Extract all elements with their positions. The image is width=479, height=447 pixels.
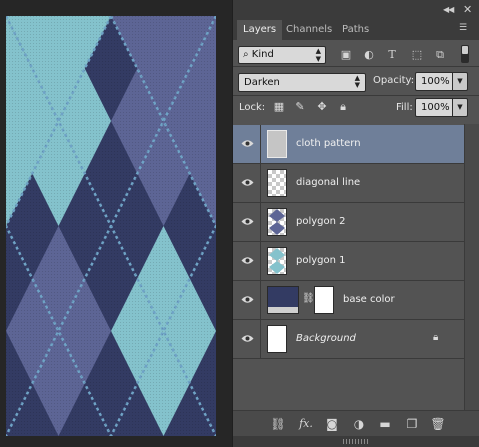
lock-transparent-icon[interactable]: ▦ <box>272 100 286 114</box>
panel-resize-bar[interactable] <box>233 436 479 447</box>
opacity-label: Opacity: <box>373 75 415 86</box>
trash-icon[interactable]: 🗑︎ <box>429 415 447 433</box>
lock-label: Lock: <box>239 102 266 113</box>
filter-toggle[interactable] <box>461 45 469 63</box>
blend-mode-select[interactable]: Darken ▲ ▼ <box>238 73 366 92</box>
layer-name[interactable]: polygon 1 <box>296 255 346 266</box>
layers-scrollbar[interactable] <box>464 124 479 410</box>
eye-icon <box>241 179 254 186</box>
panel-title-bar: ◀◀ ✕ <box>233 0 479 20</box>
blend-mode-value: Darken <box>244 77 280 88</box>
tab-paths[interactable]: Paths <box>336 20 375 40</box>
chain-link-icon[interactable]: ⛓ <box>302 293 315 304</box>
search-icon: ⌕ <box>243 49 249 60</box>
add-mask-icon[interactable]: ◙ <box>323 415 341 433</box>
mask-thumbnail <box>314 286 334 314</box>
resize-grip[interactable] <box>343 439 369 444</box>
eye-icon <box>241 140 254 147</box>
visibility-toggle[interactable] <box>233 203 261 241</box>
visibility-toggle[interactable] <box>233 164 261 202</box>
layer-name[interactable]: polygon 2 <box>296 216 346 227</box>
panel-tabs: Layers Channels Paths ☰ <box>233 20 479 40</box>
layer-row-polygon-1[interactable]: polygon 1 <box>233 242 464 281</box>
link-layers-icon[interactable]: ⛓ <box>269 415 287 433</box>
filter-kind-label: Kind <box>251 49 274 60</box>
layer-thumbnail <box>267 325 287 353</box>
lock-move-icon[interactable]: ✥ <box>315 100 329 114</box>
opacity-dropdown-button[interactable]: ▼ <box>452 72 468 91</box>
fill-dropdown-button[interactable]: ▼ <box>452 98 468 117</box>
eye-icon <box>241 296 254 303</box>
lock-all-icon[interactable]: 🔒︎ <box>336 100 350 114</box>
layers-list: cloth pattern diagonal line polygon 2 po… <box>233 124 479 410</box>
layer-name[interactable]: Background <box>296 333 356 344</box>
pixel-filter-icon[interactable]: ▣ <box>338 47 354 63</box>
layers-panel: ◀◀ ✕ Layers Channels Paths ☰ ⌕ Kind ▲ ▼ ▣… <box>233 0 479 447</box>
new-group-icon[interactable]: ▬ <box>376 415 394 433</box>
lock-brush-icon[interactable]: ✎ <box>293 100 307 114</box>
eye-icon <box>241 218 254 225</box>
fx-icon[interactable]: fx. <box>297 415 315 433</box>
layer-name[interactable]: diagonal line <box>296 177 360 188</box>
close-icon[interactable]: ✕ <box>463 3 472 16</box>
tab-channels[interactable]: Channels <box>280 20 338 40</box>
document-canvas[interactable] <box>0 0 232 447</box>
lock-icon: 🔒︎ <box>433 332 439 343</box>
layer-name[interactable]: cloth pattern <box>296 138 361 149</box>
opacity-input[interactable]: 100% <box>415 72 453 91</box>
layer-thumbnail <box>267 208 287 236</box>
visibility-toggle[interactable] <box>233 320 261 358</box>
layer-row-background[interactable]: Background 🔒︎ <box>233 320 464 359</box>
eye-icon <box>241 257 254 264</box>
filter-kind-select[interactable]: ⌕ Kind ▲ ▼ <box>238 46 326 64</box>
layer-row-cloth-pattern[interactable]: cloth pattern <box>233 125 464 164</box>
chevron-updown-icon: ▲ ▼ <box>315 47 321 63</box>
layer-row-base-color[interactable]: ⛓ base color <box>233 281 464 320</box>
chevron-updown-icon: ▲ ▼ <box>354 74 360 89</box>
smart-object-filter-icon[interactable]: ⧉ <box>432 47 448 63</box>
visibility-toggle[interactable] <box>233 125 261 163</box>
adjustment-filter-icon[interactable]: ◐ <box>361 47 377 63</box>
double-chevron-icon[interactable]: ◀◀ <box>443 5 454 14</box>
divider <box>233 95 479 96</box>
fill-input[interactable]: 100% <box>415 98 453 117</box>
fill-layer-thumbnail <box>267 286 299 314</box>
layer-thumbnail <box>267 247 287 275</box>
eye-icon <box>241 335 254 342</box>
tab-layers[interactable]: Layers <box>237 20 283 40</box>
layer-name[interactable]: base color <box>343 294 395 305</box>
layers-bottom-toolbar: ⛓ fx. ◙ ◑ ▬ ❐ 🗑︎ <box>233 410 479 437</box>
panel-menu-icon[interactable]: ☰ <box>459 24 471 34</box>
argyle-artwork <box>6 16 216 436</box>
layer-row-polygon-2[interactable]: polygon 2 <box>233 203 464 242</box>
type-filter-icon[interactable]: T <box>384 47 400 63</box>
visibility-toggle[interactable] <box>233 242 261 280</box>
layer-row-diagonal-line[interactable]: diagonal line <box>233 164 464 203</box>
fill-label: Fill: <box>396 102 413 113</box>
shape-filter-icon[interactable]: ⬚ <box>409 47 425 63</box>
visibility-toggle[interactable] <box>233 281 261 319</box>
new-layer-icon[interactable]: ❐ <box>403 415 421 433</box>
layer-thumbnail <box>267 130 287 158</box>
layer-thumbnail <box>267 169 287 197</box>
blend-row: Darken ▲ ▼ Opacity: 100% ▼ <box>233 66 479 96</box>
adjustment-layer-icon[interactable]: ◑ <box>350 415 368 433</box>
